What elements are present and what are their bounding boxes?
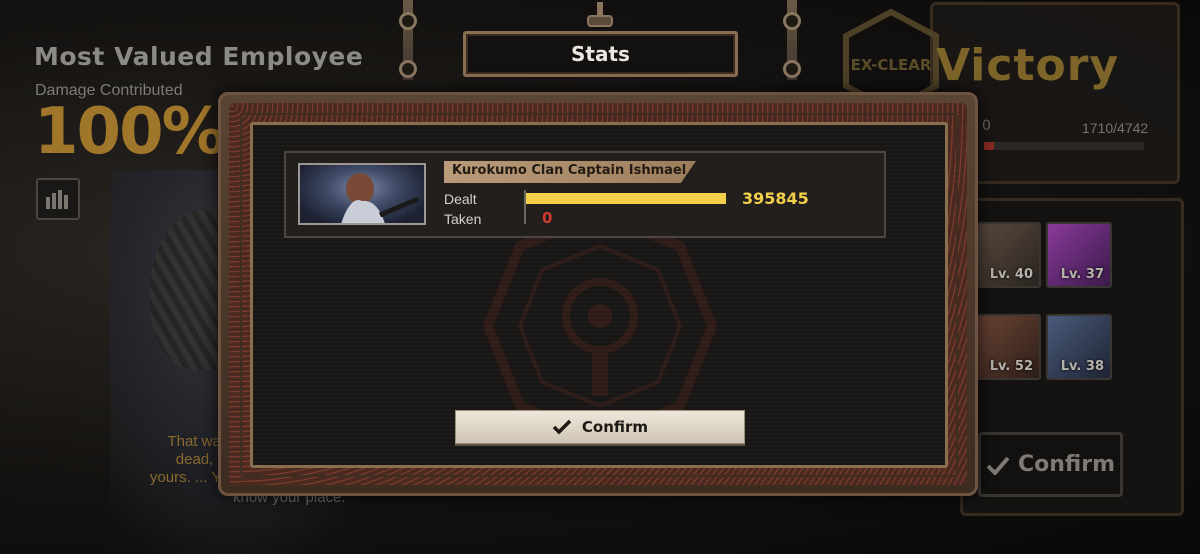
damage-dealt-value: 395845 xyxy=(742,189,809,208)
victory-text: Victory xyxy=(936,40,1120,91)
stats-title: Stats xyxy=(571,42,630,66)
damage-contributed-value: 100% xyxy=(34,95,226,169)
chain-knob xyxy=(399,60,417,78)
exp-progress-fill xyxy=(984,142,994,150)
results-confirm-button[interactable]: Confirm xyxy=(978,432,1123,497)
team-portrait[interactable]: Lv. 38 xyxy=(1046,314,1112,380)
unit-stat-row: Kurokumo Clan Captain Ishmael Dealt Take… xyxy=(284,151,886,238)
exp-left-number: 0 xyxy=(982,118,991,134)
chain-knob xyxy=(783,60,801,78)
exp-progress-bar xyxy=(984,142,1144,150)
bar-chart-icon xyxy=(46,190,68,209)
chain-knob xyxy=(783,12,801,30)
exp-progress-text: 1710/4742 xyxy=(1082,120,1149,136)
results-confirm-label: Confirm xyxy=(1017,452,1115,477)
team-portrait[interactable]: Lv. 52 xyxy=(975,314,1041,380)
banner-crank-icon xyxy=(587,2,613,27)
stats-title-banner: Stats xyxy=(463,31,738,77)
checkmark-icon xyxy=(552,419,572,435)
unit-name-plate: Kurokumo Clan Captain Ishmael xyxy=(444,161,696,183)
confirm-button[interactable]: Confirm xyxy=(455,410,745,444)
portrait-level: Lv. 38 xyxy=(1060,359,1104,374)
dealt-label: Dealt xyxy=(444,191,477,207)
unit-portrait xyxy=(298,163,426,225)
damage-taken-value: 0 xyxy=(542,209,553,227)
checkmark-icon xyxy=(986,456,1010,475)
taken-label: Taken xyxy=(444,211,482,227)
team-portrait[interactable]: Lv. 40 xyxy=(975,222,1041,288)
confirm-label: Confirm xyxy=(581,418,649,436)
damage-dealt-bar xyxy=(526,193,726,204)
emblem-text: EX-CLEAR xyxy=(851,56,932,74)
chain-knob xyxy=(399,12,417,30)
portrait-level: Lv. 52 xyxy=(989,359,1033,374)
unit-name: Kurokumo Clan Captain Ishmael xyxy=(452,163,687,178)
damage-chart-button[interactable] xyxy=(36,178,80,220)
mve-title: Most Valued Employee xyxy=(34,42,364,71)
portrait-level: Lv. 37 xyxy=(1060,267,1104,282)
unit-portrait-art xyxy=(341,173,419,223)
portrait-level: Lv. 40 xyxy=(989,267,1033,282)
team-portrait[interactable]: Lv. 37 xyxy=(1046,222,1112,288)
